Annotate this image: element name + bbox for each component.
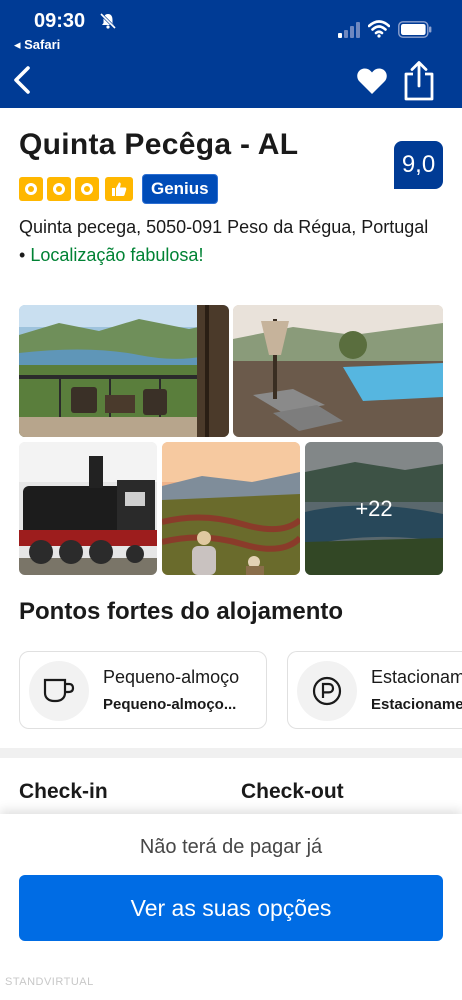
see-options-button[interactable]: Ver as suas opções — [19, 875, 443, 941]
no-payment-notice: Não terá de pagar já — [139, 836, 323, 858]
address-separator: • — [19, 245, 26, 265]
highlight-card-breakfast[interactable]: Pequeno-almoço Pequeno-almoço... — [19, 651, 267, 729]
address-text: Quinta pecega, 5050-091 Peso da Régua, P… — [19, 217, 429, 237]
wifi-icon — [368, 20, 390, 38]
back-to-safari[interactable]: ◂ Safari — [14, 37, 60, 53]
hotel-address: Quinta pecega, 5050-091 Peso da Régua, P… — [19, 213, 439, 269]
parking-icon — [312, 676, 342, 706]
cellular-signal-icon — [338, 22, 360, 38]
highlight-title: Estacionamento — [371, 667, 462, 687]
watermark: STANDVIRTUAL — [5, 976, 94, 988]
photo-balcony-view[interactable] — [19, 305, 229, 437]
more-photos-label[interactable]: +22 — [305, 442, 443, 575]
coffee-cup-icon — [43, 678, 75, 703]
checkin-label: Check-in — [19, 780, 108, 803]
photo-vineyard-people[interactable] — [162, 442, 300, 575]
photo-river-valley[interactable]: +22 — [305, 442, 443, 575]
photo-pool-terrace[interactable] — [233, 305, 443, 437]
star-rating-icon — [47, 177, 71, 201]
highlight-title: Pequeno-almoço — [103, 667, 240, 687]
star-rating-icon — [19, 177, 43, 201]
chevron-left-icon[interactable] — [8, 62, 36, 98]
highlight-card-parking[interactable]: Estacionamento Estacionamento — [287, 651, 462, 729]
battery-icon — [398, 21, 432, 38]
highlight-subtitle: Estacionamento — [371, 696, 462, 713]
review-score-badge[interactable]: 9,0 — [394, 141, 443, 189]
highlights-title: Pontos fortes do alojamento — [19, 598, 344, 625]
bell-muted-icon — [99, 12, 117, 30]
share-icon[interactable] — [402, 60, 436, 102]
heart-icon[interactable] — [356, 66, 388, 96]
section-divider — [0, 748, 462, 758]
highlight-subtitle: Pequeno-almoço... — [103, 696, 237, 713]
checkout-label: Check-out — [241, 780, 344, 803]
genius-badge[interactable]: Genius — [142, 174, 218, 204]
photo-steam-train[interactable] — [19, 442, 157, 575]
thumbs-up-icon — [105, 177, 133, 201]
hotel-name: Quinta Pecêga - AL — [19, 128, 299, 161]
location-highlight[interactable]: Localização fabulosa! — [30, 245, 203, 265]
rating-row: Genius — [19, 174, 218, 204]
status-time: 09:30 — [34, 10, 86, 32]
star-rating-icon — [75, 177, 99, 201]
